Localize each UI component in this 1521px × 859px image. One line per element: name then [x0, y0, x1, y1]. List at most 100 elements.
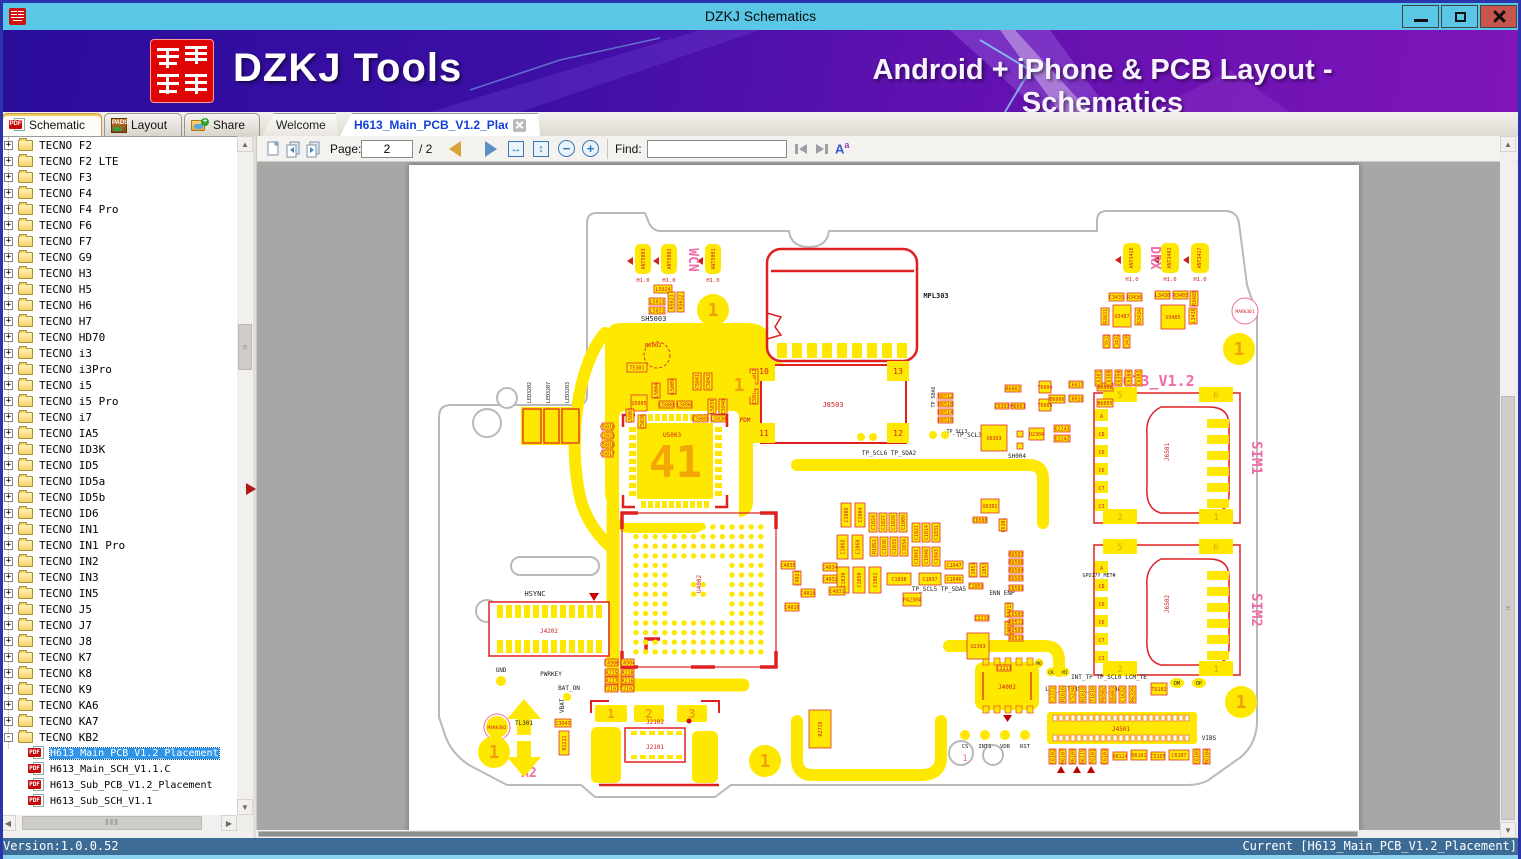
tree-item-tecno-id5[interactable]: + TECNO ID5 [0, 457, 237, 473]
next-page-button[interactable] [485, 141, 497, 157]
expander-icon[interactable]: + [4, 716, 13, 726]
tree-item-tecno-id3k[interactable]: + TECNO ID3K [0, 441, 237, 457]
expander-icon[interactable]: + [4, 156, 13, 166]
tree-item-tecno-k9[interactable]: + TECNO K9 [0, 681, 237, 697]
single-page-icon[interactable] [265, 140, 282, 158]
expander-icon[interactable]: + [4, 396, 13, 406]
tree-item-tecno-in2[interactable]: + TECNO IN2 [0, 553, 237, 569]
expander-icon[interactable]: + [4, 412, 13, 422]
tree-item-tecno-i3pro[interactable]: + TECNO i3Pro [0, 361, 237, 377]
expander-icon[interactable]: + [4, 620, 13, 630]
expander-icon[interactable]: + [4, 348, 13, 358]
expander-icon[interactable]: + [4, 204, 13, 214]
expander-icon[interactable]: - [4, 732, 13, 742]
tree-item-tecno-id5b[interactable]: + TECNO ID5b [0, 489, 237, 505]
expander-icon[interactable]: + [4, 220, 13, 230]
tree-item-tecno-h7[interactable]: + TECNO H7 [0, 313, 237, 329]
tree-item-tecno-f2[interactable]: + TECNO F2 [0, 137, 237, 153]
maximize-button[interactable] [1441, 5, 1478, 28]
fit-width-button[interactable]: ↔ [508, 141, 524, 157]
tree-item-tecno-i3[interactable]: + TECNO i3 [0, 345, 237, 361]
tree-item-tecno-i5-pro[interactable]: + TECNO i5 Pro [0, 393, 237, 409]
find-input[interactable] [647, 140, 787, 158]
tree-item-tecno-hd70[interactable]: + TECNO HD70 [0, 329, 237, 345]
tree-item-tecno-k7[interactable]: + TECNO K7 [0, 649, 237, 665]
viewer-vscroll-thumb[interactable]: ≡ [1501, 396, 1515, 820]
minimize-button[interactable] [1402, 5, 1439, 28]
expander-icon[interactable]: + [4, 652, 13, 662]
tree-item-tecno-i7[interactable]: + TECNO i7 [0, 409, 237, 425]
expander-icon[interactable]: + [4, 172, 13, 182]
expander-icon[interactable]: + [4, 700, 13, 710]
expander-icon[interactable]: + [4, 476, 13, 486]
viewer-hscroll-thumb[interactable] [258, 831, 1358, 837]
expander-icon[interactable]: + [4, 492, 13, 502]
tab-schematic[interactable]: PDF Schematic [2, 113, 102, 136]
expander-icon[interactable]: + [4, 668, 13, 678]
tree-item-tecno-kb2[interactable]: - TECNO KB2 [0, 729, 237, 745]
previous-page-button[interactable] [449, 141, 461, 157]
tree-item-tecno-h6[interactable]: + TECNO H6 [0, 297, 237, 313]
tree-item-tecno-f4[interactable]: + TECNO F4 [0, 185, 237, 201]
match-case-icon[interactable]: Aa [835, 140, 849, 156]
viewer-scroll-up-icon[interactable]: ▲ [1500, 136, 1516, 152]
expander-icon[interactable]: + [4, 284, 13, 294]
expander-icon[interactable]: + [4, 508, 13, 518]
expander-icon[interactable]: + [4, 300, 13, 310]
tree-item-tecno-id5a[interactable]: + TECNO ID5a [0, 473, 237, 489]
sidebar-hscroll-thumb[interactable]: ⦀⦀⦀ [22, 816, 202, 830]
expander-icon[interactable]: + [4, 444, 13, 454]
tree-item-tecno-g9[interactable]: + TECNO G9 [0, 249, 237, 265]
tree-item-tecno-in1[interactable]: + TECNO IN1 [0, 521, 237, 537]
tree-item-tecno-h5[interactable]: + TECNO H5 [0, 281, 237, 297]
tree-item-tecno-f2-lte[interactable]: + TECNO F2 LTE [0, 153, 237, 169]
page-number-input[interactable] [361, 140, 413, 158]
expander-icon[interactable]: + [4, 140, 13, 150]
tab-layout[interactable]: PADS Layout [104, 113, 182, 136]
tree-item-tecno-j8[interactable]: + TECNO J8 [0, 633, 237, 649]
find-previous-icon[interactable] [793, 140, 810, 158]
expander-icon[interactable]: + [4, 540, 13, 550]
tree-item-tecno-in3[interactable]: + TECNO IN3 [0, 569, 237, 585]
fit-page-button[interactable]: ↕ [533, 141, 549, 157]
viewer-vscrollbar[interactable]: ▲ ≡ ▼ [1500, 136, 1516, 838]
expander-icon[interactable]: + [4, 524, 13, 534]
tree-item-tecno-in1-pro[interactable]: + TECNO IN1 Pro [0, 537, 237, 553]
doc-tab-welcome[interactable]: Welcome [262, 113, 338, 136]
zoom-out-button[interactable]: − [558, 140, 575, 157]
tree-item-h613-main-pcb-v1-2-placement[interactable]: PDF H613_Main_PCB_V1.2_Placement [0, 745, 237, 761]
tree-item-tecno-h3[interactable]: + TECNO H3 [0, 265, 237, 281]
prev-view-icon[interactable] [285, 140, 302, 158]
expander-icon[interactable]: + [4, 236, 13, 246]
expander-icon[interactable]: + [4, 604, 13, 614]
tree-item-tecno-id6[interactable]: + TECNO ID6 [0, 505, 237, 521]
expander-icon[interactable]: + [4, 268, 13, 278]
sidebar-scroll-right-icon[interactable]: ▶ [221, 815, 237, 831]
expander-icon[interactable]: + [4, 636, 13, 646]
sidebar-scroll-up-icon[interactable]: ▲ [237, 136, 253, 152]
sidebar-hscrollbar[interactable]: ◀ ⦀⦀⦀ ▶ [0, 815, 237, 831]
expander-icon[interactable]: + [4, 188, 13, 198]
tree-item-h613-main-sch-v1-1-c[interactable]: PDF H613_Main_SCH_V1.1.C [0, 761, 237, 777]
expander-icon[interactable]: + [4, 252, 13, 262]
expander-icon[interactable]: + [4, 572, 13, 582]
expander-icon[interactable]: + [4, 684, 13, 694]
sidebar-vscrollbar[interactable]: ▲ ≡ ▼ [237, 136, 253, 815]
tree-item-tecno-ka6[interactable]: + TECNO KA6 [0, 697, 237, 713]
tree-item-tecno-ia5[interactable]: + TECNO IA5 [0, 425, 237, 441]
sidebar-scroll-left-icon[interactable]: ◀ [0, 815, 16, 831]
expander-icon[interactable]: + [4, 556, 13, 566]
find-next-icon[interactable] [813, 140, 830, 158]
tree-item-tecno-f7[interactable]: + TECNO F7 [0, 233, 237, 249]
tree-item-tecno-f6[interactable]: + TECNO F6 [0, 217, 237, 233]
doc-tab-h613-main-pcb[interactable]: H613_Main_PCB_V1.2_Placement [340, 113, 540, 136]
expander-icon[interactable]: + [4, 428, 13, 438]
tree-item-tecno-j5[interactable]: + TECNO J5 [0, 601, 237, 617]
viewer-scroll-down-icon[interactable]: ▼ [1500, 822, 1516, 838]
tree-item-tecno-f4-pro[interactable]: + TECNO F4 Pro [0, 201, 237, 217]
expander-icon[interactable]: + [4, 364, 13, 374]
tree-item-h613-sub-sch-v1-1[interactable]: PDF H613_Sub_SCH_V1.1 [0, 793, 237, 809]
sidebar-scroll-down-icon[interactable]: ▼ [237, 799, 253, 815]
tree-item-tecno-ka7[interactable]: + TECNO KA7 [0, 713, 237, 729]
doc-tab-close-icon[interactable] [513, 119, 526, 132]
